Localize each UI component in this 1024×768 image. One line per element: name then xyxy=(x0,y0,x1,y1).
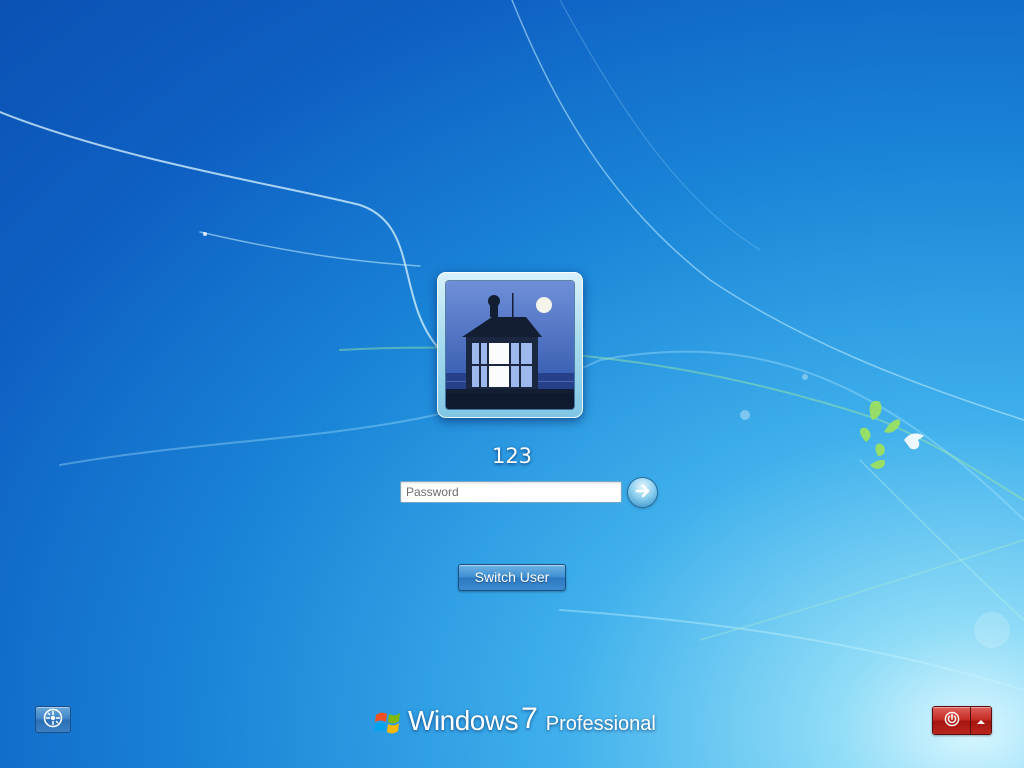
password-input[interactable] xyxy=(400,481,622,503)
windows-branding: Windows 7 Professional xyxy=(374,702,656,744)
brand-version: 7 xyxy=(521,702,538,735)
user-avatar-frame[interactable] xyxy=(437,272,583,418)
ease-of-access-icon xyxy=(42,707,64,733)
power-button-group xyxy=(932,706,992,735)
user-avatar xyxy=(446,281,574,409)
chevron-up-icon xyxy=(976,711,986,730)
ease-of-access-button[interactable] xyxy=(35,706,71,733)
switch-user-button[interactable]: Switch User xyxy=(458,564,566,591)
windows-flag-icon xyxy=(374,709,402,737)
username-label: 123 xyxy=(491,444,533,468)
shutdown-button[interactable] xyxy=(933,707,971,734)
brand-edition: Professional xyxy=(545,713,656,735)
shutdown-options-button[interactable] xyxy=(971,707,991,734)
brand-product-name: Windows xyxy=(408,705,519,736)
arrow-right-icon xyxy=(634,482,652,504)
submit-login-button[interactable] xyxy=(628,478,657,507)
power-icon xyxy=(944,711,960,731)
